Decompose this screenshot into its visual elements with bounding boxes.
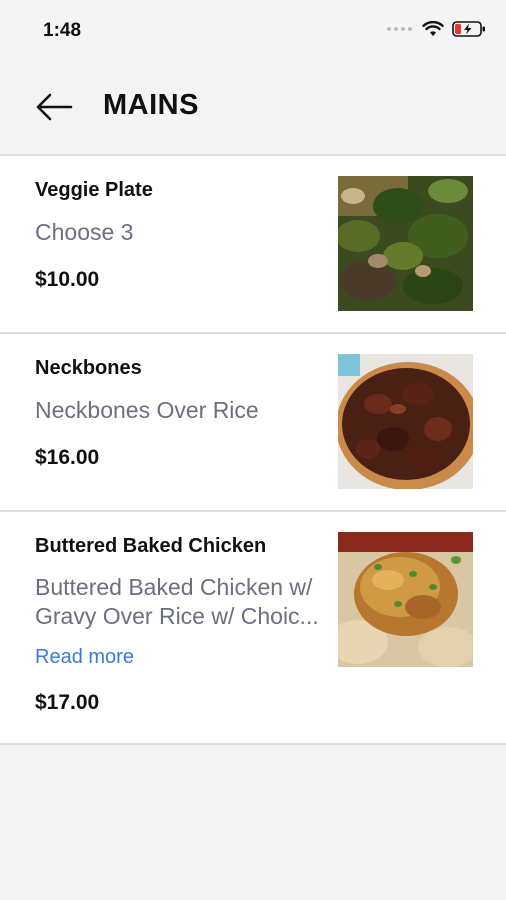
veggie-plate-image: [338, 176, 473, 311]
status-icons: [387, 20, 486, 38]
menu-item-buttered-baked-chicken[interactable]: Buttered Baked Chicken Buttered Baked Ch…: [0, 512, 506, 743]
item-description: Neckbones Over Rice: [35, 397, 259, 423]
item-price: $10.00: [35, 268, 100, 291]
item-name: Veggie Plate: [35, 179, 153, 201]
status-time: 1:48: [43, 20, 82, 41]
item-price: $17.00: [35, 691, 100, 714]
item-name: Buttered Baked Chicken: [35, 535, 267, 557]
item-description-line-1: Buttered Baked Chicken w/: [35, 574, 313, 600]
header: MAINS: [0, 60, 506, 154]
item-name: Neckbones: [35, 357, 142, 379]
battery-charging-icon: [452, 21, 485, 37]
cellular-signal-icon: [387, 27, 412, 31]
wifi-icon: [422, 21, 444, 36]
menu-list: Veggie Plate Choose 3 $10.00 Neckbones N…: [0, 154, 506, 745]
page-title: MAINS: [103, 89, 199, 121]
item-price: $16.00: [35, 446, 100, 469]
menu-item-veggie-plate[interactable]: Veggie Plate Choose 3 $10.00: [0, 156, 506, 332]
item-description-line-2: Gravy Over Rice w/ Choic...: [35, 603, 319, 629]
back-arrow-icon[interactable]: [34, 90, 74, 124]
neckbones-image: [338, 354, 473, 489]
baked-chicken-image: [338, 532, 473, 667]
item-description: Choose 3: [35, 219, 134, 245]
menu-item-neckbones[interactable]: Neckbones Neckbones Over Rice $16.00: [0, 334, 506, 510]
status-bar: 1:48: [0, 0, 506, 60]
divider: [0, 743, 506, 745]
read-more-link[interactable]: Read more: [35, 646, 134, 669]
